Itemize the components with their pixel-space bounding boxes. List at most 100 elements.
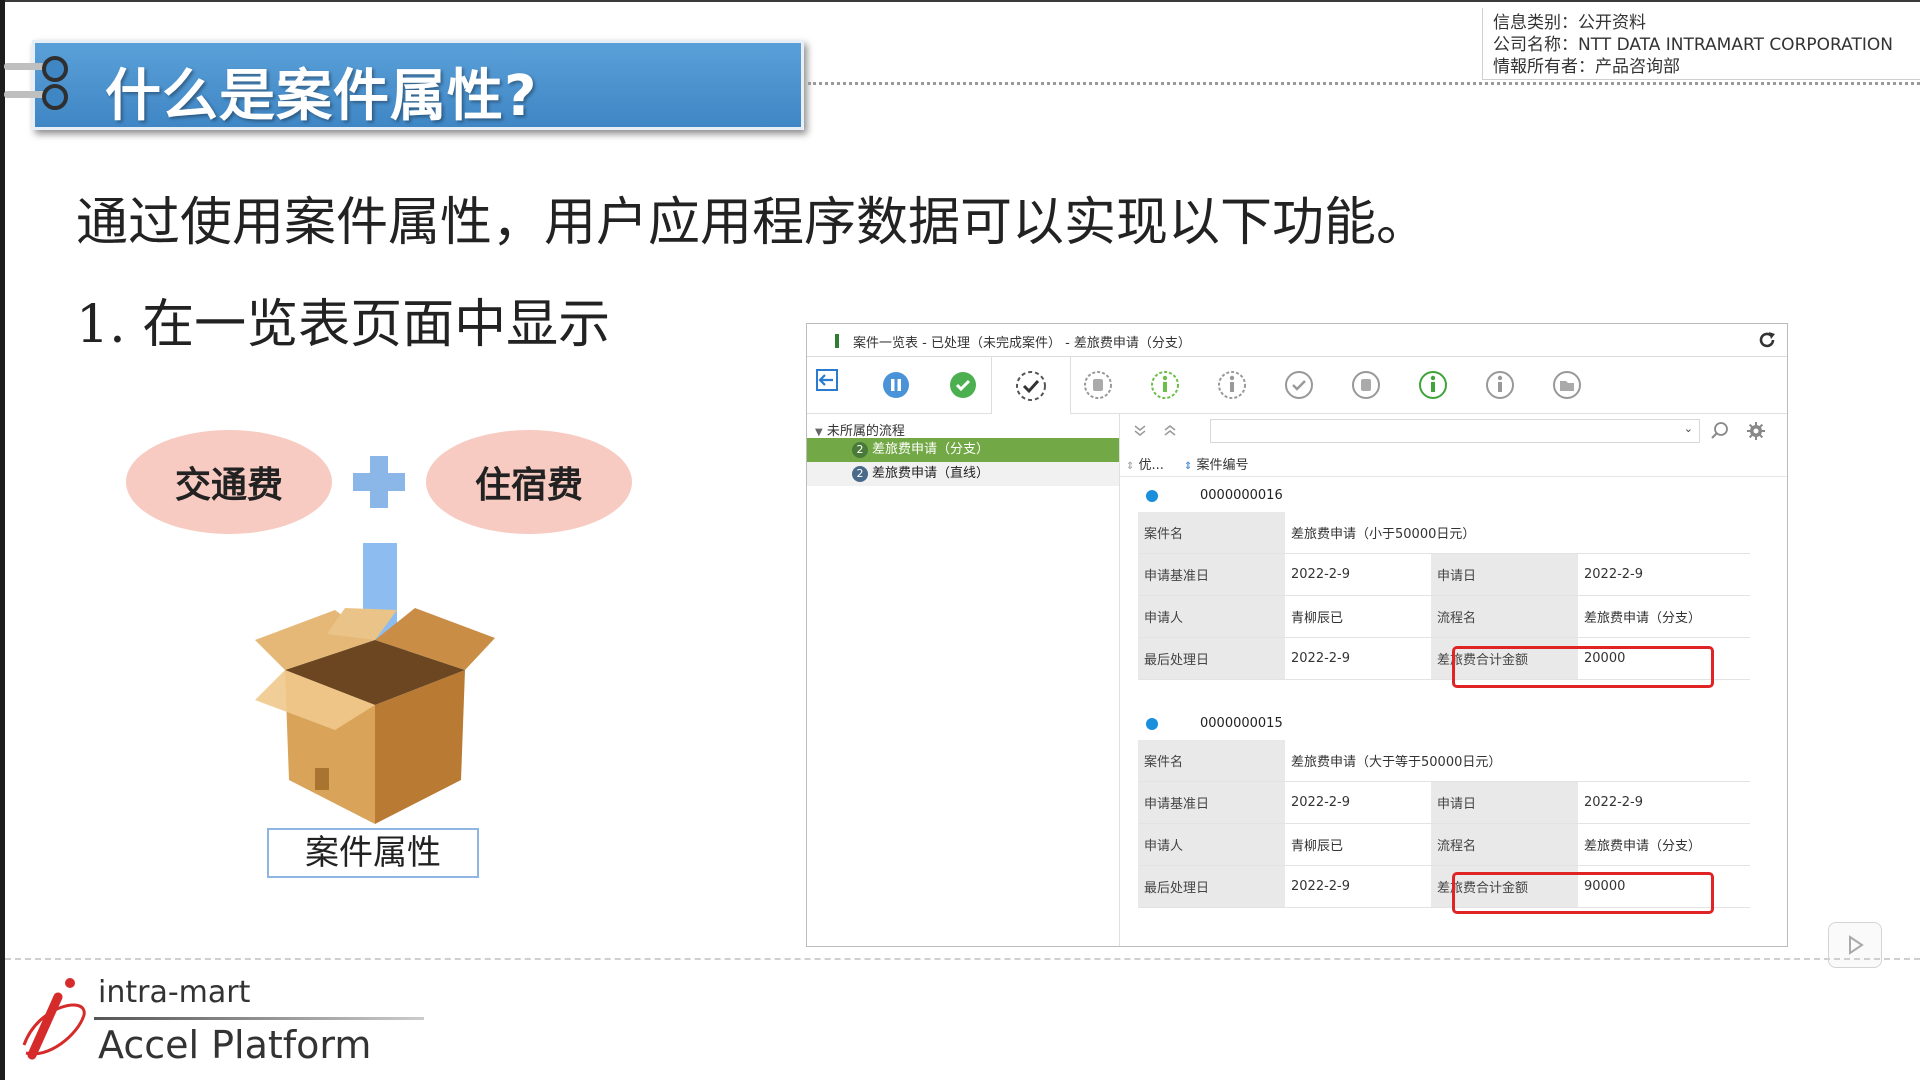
- folder-button[interactable]: [1528, 357, 1606, 413]
- list-item-1: 1. 在一览表页面中显示: [76, 295, 611, 355]
- check-circle-icon: [1285, 371, 1313, 399]
- info-owner: 情報所有者：产品咨询部: [1493, 57, 1680, 77]
- count-badge: 2: [852, 441, 868, 458]
- binder-ring-icon: [4, 54, 68, 82]
- highlight-box: [1452, 872, 1714, 914]
- tree-header[interactable]: ▼ 未所属的流程: [815, 420, 905, 439]
- field-value: 差旅费申请（大于等于50000日元）: [1285, 740, 1750, 782]
- field-label: 流程名: [1431, 823, 1578, 866]
- field-label: 申请人: [1138, 823, 1285, 866]
- field-value: 青柳辰已: [1285, 595, 1431, 638]
- collapse-all-icon[interactable]: [1162, 422, 1178, 438]
- tree-header-label: 未所属的流程: [826, 424, 905, 439]
- stop-icon: [1084, 371, 1112, 399]
- ellipse-transport-fee: 交通费: [126, 430, 332, 534]
- play-button[interactable]: [1828, 922, 1882, 968]
- field-value: 2022-2-9: [1578, 553, 1750, 596]
- collapse-panel-icon[interactable]: [815, 368, 839, 392]
- field-label: 申请日: [1431, 553, 1578, 596]
- flow-tree: ▼ 未所属的流程 2 差旅费申请（分支） 2 差旅费申请（直线）: [807, 414, 1120, 946]
- logo-underline: [94, 1017, 424, 1020]
- info-icon: [1151, 371, 1179, 399]
- top-edge: [0, 0, 1920, 2]
- tree-item-linear[interactable]: 2 差旅费申请（直线）: [807, 462, 1119, 486]
- check-dashed-circle-icon: [1016, 370, 1046, 401]
- field-value: 差旅费申请（分支）: [1578, 823, 1750, 866]
- table-row: 申请人 青柳辰已 流程名 差旅费申请（分支）: [1138, 823, 1750, 866]
- info-company: 公司名称：NTT DATA INTRAMART CORPORATION: [1493, 35, 1893, 55]
- field-value: 差旅费申请（小于50000日元）: [1285, 512, 1750, 554]
- field-label: 最后处理日: [1138, 637, 1285, 680]
- status-dot-icon: [1146, 490, 1158, 502]
- filter-bar: ⌄: [1120, 414, 1787, 448]
- info-box: 信息类别：公开资料 公司名称：NTT DATA INTRAMART CORPOR…: [1482, 8, 1920, 80]
- ellipse-label: 交通费: [174, 465, 283, 506]
- status-dot-icon: [1146, 718, 1158, 730]
- i-logo-icon: [22, 978, 86, 1060]
- chevron-down-icon: ▼: [815, 427, 823, 438]
- binder-ring-icon: [4, 82, 68, 110]
- sort-header: ⇕ 优... ⇕ 案件编号: [1120, 448, 1787, 477]
- highlight-box: [1452, 646, 1714, 688]
- field-label: 流程名: [1431, 595, 1578, 638]
- case-number: 0000000015: [1200, 716, 1283, 731]
- field-value: 2022-2-9: [1578, 781, 1750, 824]
- box-icon: [255, 608, 495, 824]
- table-row: 申请基准日 2022-2-9 申请日 2022-2-9: [1138, 553, 1750, 596]
- sort-priority[interactable]: ⇕ 优...: [1126, 454, 1164, 473]
- table-row: 案件名 差旅费申请（小于50000日元）: [1138, 512, 1750, 554]
- title-banner: 什么是案件属性?: [32, 40, 804, 130]
- check-circle-icon: [950, 372, 976, 398]
- stop-icon: [1352, 371, 1380, 399]
- panel-title-bar: 案件一览表 - 已处理（未完成案件） - 差旅费申请（分支）: [807, 324, 1787, 357]
- footer-divider: [5, 958, 1920, 960]
- field-label: 申请人: [1138, 595, 1285, 638]
- field-label: 申请日: [1431, 781, 1578, 824]
- info-icon: [1218, 371, 1246, 399]
- field-value: 2022-2-9: [1285, 865, 1431, 908]
- search-icon[interactable]: [1710, 421, 1730, 441]
- chevron-down-icon: ⌄: [1683, 422, 1693, 435]
- field-label: 案件名: [1138, 740, 1285, 782]
- sort-case-number[interactable]: ⇕ 案件编号: [1184, 454, 1249, 473]
- info-icon: [1419, 371, 1447, 399]
- logo-top-text: intra-mart: [98, 975, 251, 1010]
- table-row: 申请基准日 2022-2-9 申请日 2022-2-9: [1138, 781, 1750, 824]
- sort-number-label: 案件编号: [1196, 458, 1249, 473]
- action-toolbar: [807, 357, 1787, 414]
- gear-icon[interactable]: [1746, 421, 1766, 441]
- ellipse-label: 住宿费: [474, 465, 583, 506]
- sort-priority-label: 优...: [1138, 458, 1164, 473]
- table-row: 申请人 青柳辰已 流程名 差旅费申请（分支）: [1138, 595, 1750, 638]
- field-value: 2022-2-9: [1285, 637, 1431, 680]
- play-icon: [1849, 935, 1864, 955]
- case-row[interactable]: 0000000015: [1120, 710, 1787, 738]
- table-row: 案件名 差旅费申请（大于等于50000日元）: [1138, 740, 1750, 782]
- tree-item-branch[interactable]: 2 差旅费申请（分支）: [807, 438, 1119, 462]
- field-value: 青柳辰已: [1285, 823, 1431, 866]
- field-label: 案件名: [1138, 512, 1285, 554]
- expand-all-icon[interactable]: [1132, 422, 1148, 438]
- info-category: 信息类别：公开资料: [1493, 13, 1646, 33]
- field-label: 申请基准日: [1138, 553, 1285, 596]
- panel-title: 案件一览表 - 已处理（未完成案件） - 差旅费申请（分支）: [853, 336, 1191, 351]
- tree-item-label: 差旅费申请（分支）: [872, 442, 990, 457]
- plus-icon: [370, 456, 388, 508]
- refresh-icon[interactable]: [1757, 330, 1777, 350]
- sort-icon: ⇕: [1126, 461, 1135, 472]
- title-marker: [835, 334, 839, 348]
- count-badge: 2: [852, 465, 868, 482]
- main-statement: 通过使用案件属性，用户应用程序数据可以实现以下功能。: [76, 193, 1429, 253]
- folder-icon: [1553, 371, 1581, 399]
- intra-mart-logo: intra-mart Accel Platform: [18, 975, 438, 1075]
- case-list-area: ⌄ ⇕ 优... ⇕ 案件编号 0000000016 案件名 差旅费申请（小于5…: [1120, 414, 1787, 946]
- filter-dropdown[interactable]: ⌄: [1210, 419, 1700, 443]
- box-label: 案件属性: [267, 828, 479, 878]
- case-number: 0000000016: [1200, 488, 1283, 503]
- case-row[interactable]: 0000000016: [1120, 482, 1787, 510]
- field-label: 最后处理日: [1138, 865, 1285, 908]
- dotted-divider: [808, 82, 1920, 85]
- tree-item-label: 差旅费申请（直线）: [872, 466, 990, 481]
- left-edge: [0, 0, 5, 1080]
- field-label: 申请基准日: [1138, 781, 1285, 824]
